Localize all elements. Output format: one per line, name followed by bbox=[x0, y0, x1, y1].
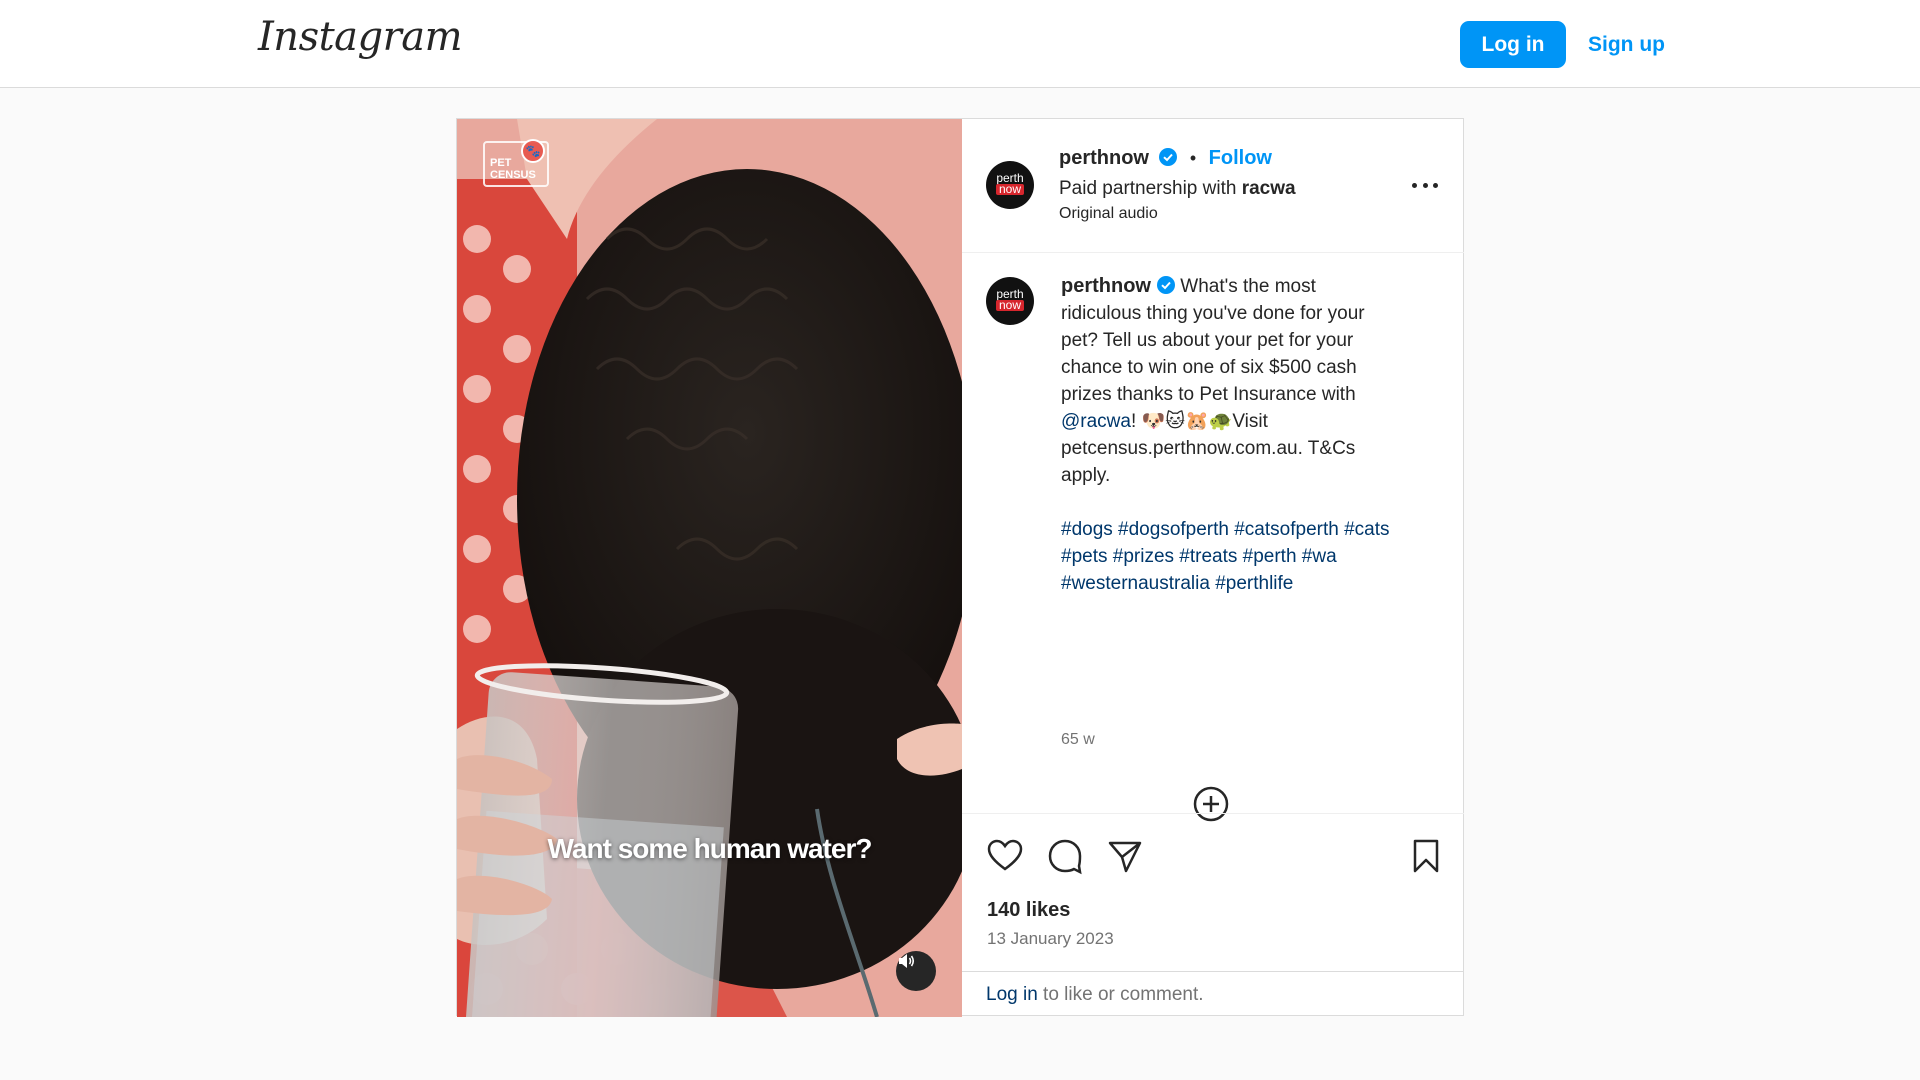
caption-avatar[interactable]: perth now bbox=[986, 277, 1034, 325]
header-username-row: perthnow • Follow bbox=[1059, 147, 1272, 170]
post-date[interactable]: 13 January 2023 bbox=[987, 929, 1114, 949]
post-video[interactable]: 🐾 PET CENSUS Want some human water? bbox=[457, 119, 962, 1017]
post-details-panel: perth now perthnow • Follow Paid partner… bbox=[962, 119, 1464, 1015]
verified-badge-icon bbox=[1157, 276, 1175, 294]
audio-label[interactable]: Original audio bbox=[1059, 205, 1158, 223]
avatar-text-bottom: now bbox=[995, 183, 1024, 195]
verified-badge-icon bbox=[1159, 148, 1178, 166]
logo-text-line2: CENSUS bbox=[490, 169, 536, 181]
post-card: 🐾 PET CENSUS Want some human water? pert… bbox=[456, 118, 1464, 1017]
video-frame-illustration bbox=[457, 119, 962, 1017]
paw-icon: 🐾 bbox=[521, 139, 545, 163]
avatar[interactable]: perth now bbox=[986, 161, 1034, 209]
bookmark-icon[interactable] bbox=[1407, 837, 1445, 875]
post-header: perth now perthnow • Follow Paid partner… bbox=[962, 119, 1464, 253]
signup-link[interactable]: Sign up bbox=[1588, 21, 1665, 68]
top-navigation-bar: Instagram Log in Sign up bbox=[0, 0, 1920, 88]
caption-avatar-text-bottom: now bbox=[995, 299, 1024, 311]
caption-text: perthnow What's the most ridiculous thin… bbox=[1061, 273, 1401, 597]
caption-timestamp[interactable]: 65 w bbox=[1061, 731, 1095, 749]
partnership-prefix: Paid partnership with bbox=[1059, 178, 1242, 199]
mention-link[interactable]: @racwa bbox=[1061, 411, 1131, 432]
partner-link[interactable]: racwa bbox=[1242, 178, 1296, 199]
follow-button[interactable]: Follow bbox=[1209, 147, 1272, 169]
share-icon[interactable] bbox=[1106, 837, 1144, 875]
like-count[interactable]: 140 likes bbox=[987, 899, 1070, 922]
comment-icon[interactable] bbox=[1046, 837, 1084, 875]
hashtags[interactable]: #dogs #dogsofperth #catsofperth #cats #p… bbox=[1061, 516, 1401, 597]
separator-dot: • bbox=[1189, 148, 1197, 168]
heart-icon[interactable] bbox=[986, 837, 1024, 875]
paid-partnership-line: Paid partnership with racwa bbox=[1059, 178, 1296, 200]
pet-census-logo: 🐾 PET CENSUS bbox=[483, 139, 549, 187]
username-link[interactable]: perthnow bbox=[1059, 147, 1149, 169]
login-button[interactable]: Log in bbox=[1460, 21, 1566, 68]
video-caption-overlay: Want some human water? bbox=[547, 833, 873, 864]
login-prompt-suffix: to like or comment. bbox=[1037, 984, 1204, 1005]
login-prompt: Log in to like or comment. bbox=[962, 971, 1464, 1015]
more-options-icon[interactable] bbox=[1407, 173, 1443, 197]
login-link[interactable]: Log in bbox=[986, 984, 1038, 1005]
mute-toggle-button[interactable] bbox=[896, 951, 936, 991]
speaker-icon bbox=[899, 954, 915, 968]
instagram-logo[interactable]: Instagram bbox=[258, 14, 463, 60]
caption-username[interactable]: perthnow bbox=[1061, 275, 1151, 297]
